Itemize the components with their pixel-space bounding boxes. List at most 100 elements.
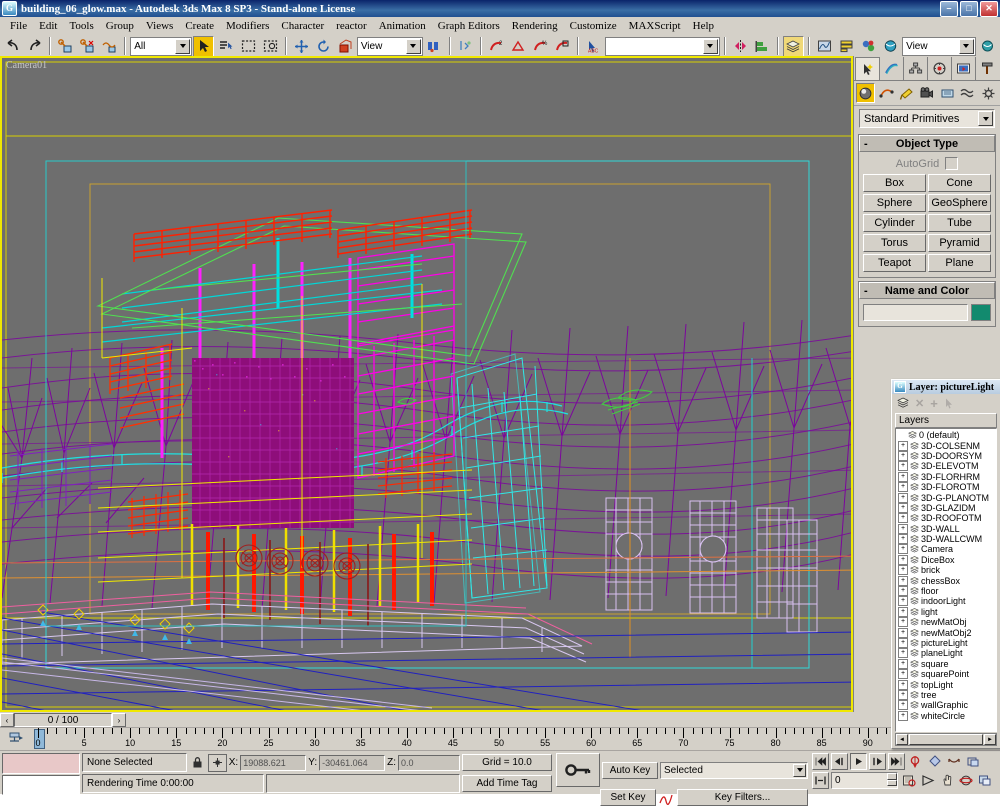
expand-layer-icon[interactable]: + — [898, 575, 908, 586]
rollout-collapse-icon[interactable]: - — [864, 285, 868, 297]
teapot-button[interactable]: Teapot — [863, 254, 926, 272]
layer-row[interactable]: + topLight — [896, 679, 996, 690]
selection-filter-combo[interactable]: All — [130, 36, 193, 56]
object-type-header[interactable]: - Object Type — [859, 135, 995, 152]
menu-customize[interactable]: Customize — [564, 19, 623, 33]
lights-icon[interactable] — [897, 83, 916, 103]
expand-layer-icon[interactable]: + — [898, 450, 908, 461]
layer-row[interactable]: +3D-G-PLANOTM — [896, 492, 996, 503]
set-key-button[interactable]: Set Key — [600, 789, 656, 806]
x-coordinate-field[interactable]: 19088.621 — [240, 754, 307, 771]
expand-layer-icon[interactable]: + — [898, 502, 908, 513]
key-filters-button[interactable]: Key Filters... — [677, 789, 808, 806]
chevron-down-icon[interactable] — [702, 38, 718, 54]
y-coordinate-field[interactable]: -30461.064 — [319, 754, 386, 771]
geometry-icon[interactable] — [856, 83, 876, 103]
create-tab[interactable] — [855, 57, 880, 80]
expand-layer-icon[interactable]: + — [898, 648, 908, 659]
display-tab[interactable] — [952, 57, 976, 80]
select-and-move-icon[interactable] — [290, 35, 312, 57]
menu-help[interactable]: Help — [687, 19, 720, 33]
name-and-color-header[interactable]: - Name and Color — [859, 282, 995, 299]
time-configuration-icon[interactable] — [900, 773, 917, 789]
camera-viewport[interactable]: Camera01 — [0, 56, 853, 712]
plane-button[interactable]: Plane — [928, 254, 991, 272]
redo-icon[interactable] — [24, 35, 46, 57]
menu-tools[interactable]: Tools — [63, 19, 99, 33]
named-selection-combo[interactable] — [605, 36, 720, 56]
percent-snap-icon[interactable]: % — [529, 35, 552, 57]
go-to-end-icon[interactable] — [888, 753, 905, 770]
layer-manager-dialog[interactable]: G Layer: pictureLight ✕ + Layers 0 (defa… — [891, 379, 1000, 749]
select-object-icon[interactable] — [193, 35, 215, 57]
arc-rotate-icon[interactable] — [957, 773, 974, 789]
ref-coord-system-combo[interactable]: View — [356, 36, 423, 56]
create-new-layer-icon[interactable] — [897, 397, 909, 409]
next-frame-button[interactable]: › — [112, 713, 126, 727]
layer-row[interactable]: +3D-FLORHRM — [896, 471, 996, 482]
schematic-view-icon[interactable] — [835, 35, 857, 57]
time-slider-ruler[interactable]: 0510152025303540455055606570758085909510… — [0, 727, 1000, 751]
expand-layer-icon[interactable]: + — [898, 440, 908, 451]
expand-layer-icon[interactable]: + — [898, 586, 908, 597]
menu-maxscript[interactable]: MAXScript — [623, 19, 687, 33]
unlink-icon[interactable] — [77, 35, 99, 57]
sphere-button[interactable]: Sphere — [863, 194, 926, 212]
layer-row[interactable]: + light — [896, 606, 996, 617]
key-mode-toggle-icon[interactable] — [812, 772, 829, 789]
layer-row[interactable]: +3D-GLAZIDM — [896, 502, 996, 513]
chevron-down-icon[interactable] — [405, 38, 421, 54]
expand-layer-icon[interactable]: + — [898, 554, 908, 565]
named-selection-sets-icon[interactable] — [454, 35, 476, 57]
select-objects-icon[interactable] — [944, 398, 954, 409]
utilities-tab[interactable] — [976, 57, 999, 80]
layer-row[interactable]: +3D-WALLCWM — [896, 534, 996, 545]
previous-frame-icon[interactable] — [831, 753, 848, 770]
rollout-collapse-icon[interactable]: - — [864, 138, 868, 150]
autogrid-checkbox[interactable] — [945, 157, 959, 170]
add-time-tag-button[interactable]: Add Time Tag — [462, 775, 552, 792]
systems-icon[interactable] — [979, 83, 998, 103]
cameras-icon[interactable] — [917, 83, 936, 103]
layer-row[interactable]: + planeLight — [896, 648, 996, 659]
layer-row[interactable]: + newMatObj — [896, 617, 996, 628]
zoom-icon[interactable] — [907, 754, 924, 770]
space-warps-icon[interactable] — [958, 83, 977, 103]
menu-reactor[interactable]: reactor — [330, 19, 373, 33]
layer-row[interactable]: +3D-FLOROTM — [896, 482, 996, 493]
expand-layer-icon[interactable]: + — [898, 669, 908, 680]
box-button[interactable]: Box — [863, 174, 926, 192]
auto-key-button[interactable]: Auto Key — [602, 761, 658, 779]
crossing-icon[interactable] — [259, 35, 281, 57]
track-view-key-icon[interactable] — [8, 731, 24, 745]
layer-row[interactable]: +3D-ROOFOTM — [896, 513, 996, 524]
layer-row[interactable]: +3D-COLSENM — [896, 440, 996, 451]
expand-layer-icon[interactable]: + — [898, 700, 908, 711]
hierarchy-tab[interactable] — [904, 57, 928, 80]
layer-row[interactable]: + chessBox — [896, 575, 996, 586]
maximize-button[interactable]: □ — [960, 1, 978, 17]
layer-row[interactable]: + square — [896, 658, 996, 669]
expand-layer-icon[interactable]: + — [898, 523, 908, 534]
play-animation-icon[interactable] — [850, 753, 867, 770]
undo-icon[interactable] — [2, 35, 24, 57]
add-to-layer-icon[interactable]: + — [930, 396, 938, 411]
expand-layer-icon[interactable]: + — [898, 617, 908, 628]
modify-tab[interactable] — [880, 57, 904, 80]
curve-editor-icon[interactable] — [813, 35, 835, 57]
edit-named-selection-icon[interactable]: ABC — [583, 35, 605, 57]
next-frame-icon[interactable] — [869, 753, 886, 770]
chevron-down-icon[interactable] — [175, 38, 191, 54]
layer-list-hscrollbar[interactable]: ◄ ► — [895, 733, 997, 746]
key-mode-toggle-icon[interactable] — [556, 753, 600, 787]
chevron-down-icon[interactable] — [793, 763, 806, 777]
expand-layer-icon[interactable]: + — [898, 544, 908, 555]
expand-layer-icon[interactable]: + — [898, 513, 908, 524]
menu-group[interactable]: Group — [100, 19, 140, 33]
object-name-input[interactable] — [863, 304, 968, 321]
layer-row[interactable]: + squarePoint — [896, 669, 996, 680]
expand-layer-icon[interactable]: + — [898, 627, 908, 638]
object-color-swatch[interactable] — [971, 304, 991, 321]
cone-button[interactable]: Cone — [928, 174, 991, 192]
cylinder-button[interactable]: Cylinder — [863, 214, 926, 232]
